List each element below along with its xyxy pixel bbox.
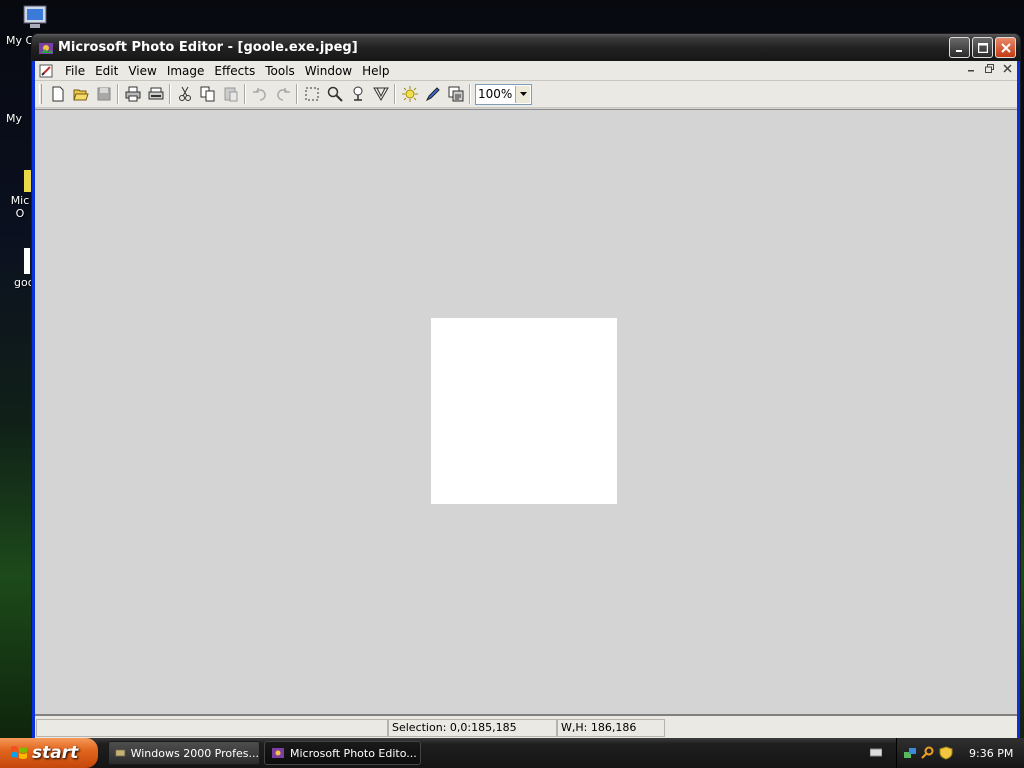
paste-button[interactable] — [219, 83, 242, 105]
maximize-button[interactable] — [972, 37, 993, 58]
paste-icon — [224, 87, 237, 102]
zoom-combobox[interactable]: 100% — [475, 83, 532, 105]
client-area: File Edit View Image Effects Tools Windo… — [35, 61, 1017, 740]
document-icon[interactable] — [38, 63, 56, 79]
cut-button[interactable] — [173, 83, 196, 105]
desktop-icon-file[interactable]: goo — [0, 246, 34, 289]
pen-button[interactable] — [421, 83, 444, 105]
doc-restore-button[interactable] — [981, 63, 997, 78]
select-button[interactable] — [300, 83, 323, 105]
open-icon — [72, 89, 89, 101]
photo-editor-app-icon — [39, 42, 53, 54]
balance-button[interactable] — [398, 83, 421, 105]
zoom-button[interactable] — [323, 83, 346, 105]
print-preview-icon — [148, 87, 163, 100]
desktop-icon-label: My — [6, 112, 23, 125]
menu-window[interactable]: Window — [300, 61, 357, 81]
network-icon[interactable] — [903, 746, 917, 760]
status-size: W,H: 186,186 — [557, 719, 665, 737]
menu-file[interactable]: File — [60, 61, 90, 81]
status-selection: Selection: 0,0:185,185 — [388, 719, 557, 737]
security-shield-icon[interactable] — [939, 746, 953, 760]
restore-icon — [984, 63, 994, 73]
new-icon — [52, 86, 63, 102]
search-icon[interactable] — [921, 746, 935, 760]
smudge-button[interactable] — [346, 83, 369, 105]
image-canvas[interactable] — [431, 318, 617, 504]
menu-help[interactable]: Help — [357, 61, 394, 81]
zoom-icon — [327, 86, 343, 102]
close-icon — [1000, 42, 1011, 53]
save-icon — [97, 87, 110, 101]
new-button[interactable] — [46, 83, 69, 105]
desktop-icon-label: Mic O — [10, 194, 30, 220]
minimize-icon — [967, 69, 974, 71]
taskbar: start Windows 2000 Profes... Microsoft P… — [0, 738, 1024, 768]
menu-view[interactable]: View — [123, 61, 161, 81]
start-button[interactable]: start — [0, 738, 98, 768]
windows-logo-icon — [11, 746, 27, 759]
zoom-dropdown-button[interactable] — [515, 85, 530, 103]
image-workspace[interactable] — [35, 109, 1017, 714]
copy-button[interactable] — [196, 83, 219, 105]
taskbar-item-label: Windows 2000 Profes... — [130, 746, 259, 760]
minimize-button[interactable] — [949, 37, 970, 58]
doc-close-button[interactable] — [999, 63, 1015, 78]
desktop-icon-microsoft-outlook[interactable]: Mic O — [0, 168, 34, 220]
photo-editor-window: Microsoft Photo Editor - [goole.exe.jpeg… — [31, 33, 1021, 741]
virtual-machine-icon — [115, 749, 126, 757]
menu-effects[interactable]: Effects — [209, 61, 260, 81]
close-button[interactable] — [995, 37, 1016, 58]
my-computer-icon — [23, 5, 47, 28]
desktop-icon-label: goo — [14, 276, 34, 289]
print-button[interactable] — [121, 83, 144, 105]
close-icon — [1002, 63, 1012, 73]
undo-icon — [252, 88, 266, 101]
taskbar-item-label: Microsoft Photo Edito... — [290, 746, 417, 760]
pen-icon — [425, 87, 440, 102]
taskbar-item-photo-editor[interactable]: Microsoft Photo Edito... — [264, 741, 421, 765]
status-message — [36, 719, 388, 737]
status-bar: Selection: 0,0:185,185 W,H: 186,186 — [35, 714, 1017, 740]
doc-minimize-button[interactable] — [963, 64, 979, 78]
copy-icon — [200, 86, 214, 102]
menu-bar: File Edit View Image Effects Tools Windo… — [35, 61, 1017, 81]
menu-image[interactable]: Image — [162, 61, 210, 81]
transparency-icon — [372, 87, 389, 101]
desktop-icon-my-computer[interactable]: My C — [0, 2, 47, 47]
desktop-icon-my-documents[interactable]: My — [0, 98, 34, 125]
open-button[interactable] — [69, 83, 92, 105]
menu-tools[interactable]: Tools — [260, 61, 300, 81]
select-icon — [305, 87, 318, 101]
menu-edit[interactable]: Edit — [90, 61, 123, 81]
transparency-button[interactable] — [369, 83, 392, 105]
title-bar[interactable]: Microsoft Photo Editor - [goole.exe.jpeg… — [32, 34, 1020, 61]
image-properties-button[interactable] — [444, 83, 467, 105]
maximize-icon — [977, 42, 988, 53]
taskbar-item-windows-2000[interactable]: Windows 2000 Profes... — [108, 741, 260, 765]
cut-icon — [178, 86, 191, 101]
clock[interactable]: 9:36 PM — [969, 747, 1013, 760]
status-empty — [665, 719, 1016, 737]
chevron-down-icon — [519, 92, 527, 96]
toolbar-grip[interactable] — [39, 84, 42, 104]
smudge-icon — [353, 86, 362, 101]
balance-icon — [401, 86, 418, 102]
print-preview-button[interactable] — [144, 83, 167, 105]
redo-icon — [276, 88, 290, 101]
photo-editor-app-icon — [272, 748, 284, 758]
standard-toolbar: 100% — [35, 81, 1017, 108]
save-button[interactable] — [92, 83, 115, 105]
print-icon — [125, 86, 140, 102]
system-tray: 9:36 PM — [896, 738, 1024, 768]
redo-button[interactable] — [271, 83, 294, 105]
window-title: Microsoft Photo Editor - [goole.exe.jpeg… — [58, 40, 358, 55]
keyboard-icon[interactable] — [870, 746, 882, 758]
image-properties-icon — [448, 86, 463, 102]
minimize-icon — [955, 49, 962, 52]
desktop-icon-label: My C — [6, 34, 34, 47]
zoom-value: 100% — [478, 87, 513, 101]
start-label: start — [32, 743, 79, 763]
undo-button[interactable] — [248, 83, 271, 105]
